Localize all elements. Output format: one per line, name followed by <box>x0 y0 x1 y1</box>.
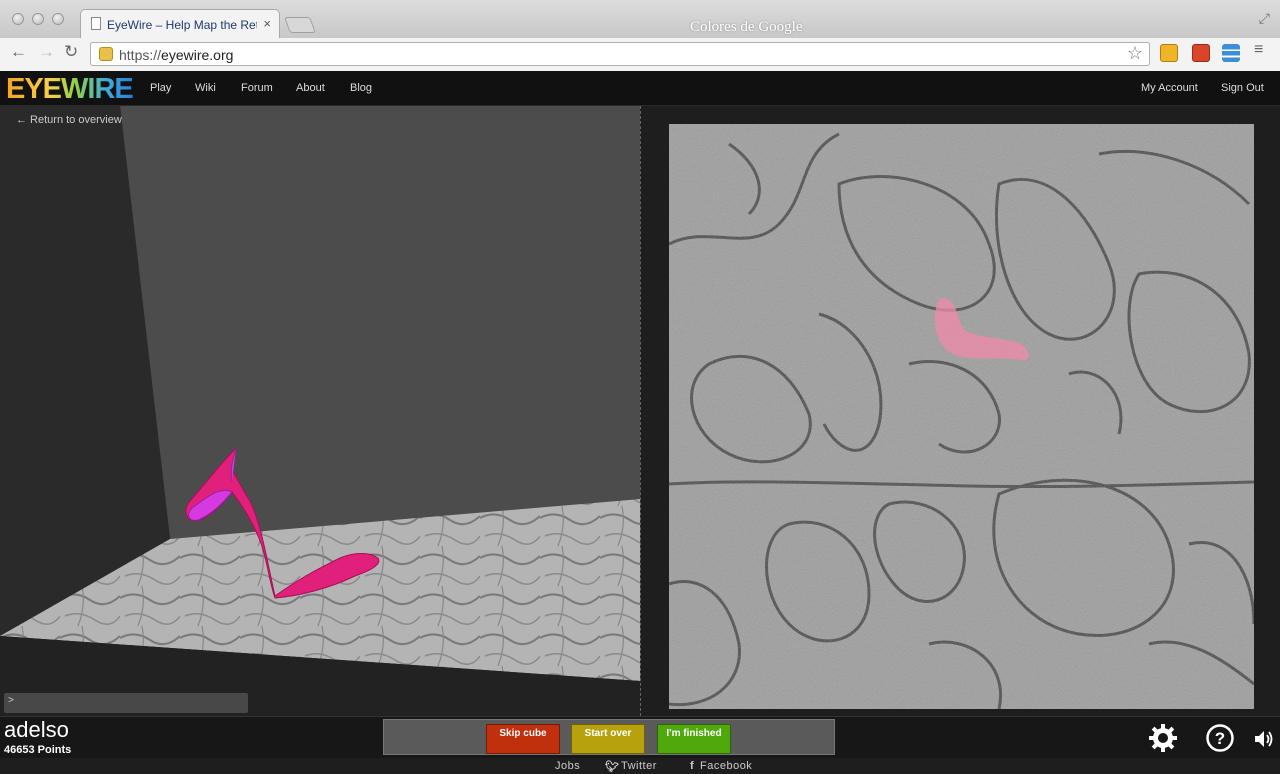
url-text[interactable]: https://eyewire.org <box>119 47 233 63</box>
help-icon[interactable]: ? <box>1205 723 1235 753</box>
footer-jobs-link[interactable]: Jobs <box>555 760 580 772</box>
chat-console-input[interactable]: > <box>4 693 248 713</box>
nav-play[interactable]: Play <box>150 82 171 94</box>
minimize-window-button[interactable] <box>32 13 44 25</box>
browser-chrome: EyeWire – Help Map the Retina × Colores … <box>0 0 1280 71</box>
bookmark-star-icon[interactable]: ☆ <box>1127 43 1143 64</box>
tab-close-icon[interactable]: × <box>263 16 271 31</box>
lock-icon <box>99 47 113 61</box>
extension-waves-icon[interactable] <box>1222 44 1240 62</box>
reload-icon[interactable]: ↻ <box>64 42 78 62</box>
tab-title: EyeWire – Help Map the Retina <box>107 18 257 32</box>
em-slice-image[interactable] <box>669 124 1254 709</box>
nav-forum[interactable]: Forum <box>241 82 273 94</box>
nav-wiki[interactable]: Wiki <box>195 82 216 94</box>
player-name[interactable]: adelso <box>4 717 69 743</box>
bottom-bar: adelso 46653 Points Skip cube Start over… <box>0 716 1280 758</box>
url-protocol: https:// <box>119 47 162 63</box>
browser-tab[interactable]: EyeWire – Help Map the Retina × <box>80 9 280 39</box>
svg-text:?: ? <box>1215 729 1225 748</box>
facebook-icon: f <box>690 760 695 772</box>
gear-icon[interactable] <box>1148 723 1178 753</box>
extension-bookmark-icon[interactable] <box>1192 44 1210 62</box>
close-window-button[interactable] <box>12 13 24 25</box>
footer: Jobs 🐦︎ Twitter f Facebook <box>0 758 1280 774</box>
fullscreen-icon[interactable]: ⤢ <box>1259 10 1270 27</box>
2d-viewer <box>641 106 1280 716</box>
nav-blog[interactable]: Blog <box>350 82 372 94</box>
site-nav: EYEWIRE Play Wiki Forum About Blog My Ac… <box>0 71 1280 106</box>
new-tab-button[interactable] <box>284 17 316 33</box>
player-points: 46653 Points <box>4 744 72 756</box>
nav-my-account[interactable]: My Account <box>1141 82 1198 94</box>
url-host: eyewire.org <box>161 47 234 63</box>
tab-strip: EyeWire – Help Map the Retina × Colores … <box>0 0 1280 39</box>
eyewire-logo[interactable]: EYEWIRE <box>6 73 134 106</box>
back-wall <box>120 106 640 539</box>
finished-button[interactable]: I'm finished <box>657 724 731 754</box>
address-bar[interactable]: https://eyewire.org ☆ <box>90 42 1150 66</box>
browser-toolbar: ← → ↻ https://eyewire.org ☆ ≡ <box>0 38 1280 71</box>
skip-cube-button[interactable]: Skip cube <box>486 724 560 754</box>
em-noise <box>669 124 1254 709</box>
footer-twitter-link[interactable]: Twitter <box>621 760 657 772</box>
speaker-icon[interactable] <box>1253 729 1275 749</box>
extension-folder-icon[interactable] <box>1160 44 1178 62</box>
action-panel: Skip cube Start over I'm finished <box>383 719 835 755</box>
menu-icon[interactable]: ≡ <box>1254 41 1263 59</box>
twitter-icon: 🐦︎ <box>605 761 620 773</box>
return-to-overview-link[interactable]: ← Return to overview <box>16 114 122 126</box>
nav-about[interactable]: About <box>296 82 325 94</box>
start-over-button[interactable]: Start over <box>571 724 645 754</box>
3d-scene <box>0 106 640 706</box>
nav-sign-out[interactable]: Sign Out <box>1221 82 1264 94</box>
3d-viewer[interactable]: ← Return to overview > <box>0 106 640 716</box>
page-icon <box>91 17 101 30</box>
zoom-window-button[interactable] <box>52 13 64 25</box>
footer-facebook-link[interactable]: Facebook <box>700 760 752 772</box>
back-arrow-icon[interactable]: ← <box>10 42 27 62</box>
window-watermark: Colores de Google <box>690 19 803 35</box>
forward-arrow-icon[interactable]: → <box>38 42 55 62</box>
